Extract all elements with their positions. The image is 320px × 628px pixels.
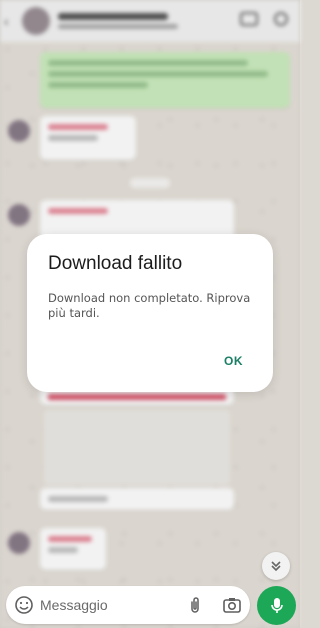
camera-icon[interactable] xyxy=(222,596,242,614)
message-input[interactable] xyxy=(40,594,180,616)
ok-button[interactable]: OK xyxy=(218,350,249,372)
paperclip-icon[interactable] xyxy=(188,596,202,614)
mic-button[interactable] xyxy=(257,586,296,625)
dialog-title: Download fallito xyxy=(48,253,183,274)
download-failed-dialog: Download fallito Download non completato… xyxy=(27,234,273,392)
mic-icon xyxy=(270,597,283,613)
emoji-icon[interactable] xyxy=(14,595,34,615)
chevron-double-down-icon xyxy=(271,561,281,572)
dialog-message: Download non completato. Riprova più tar… xyxy=(48,291,251,320)
message-composer xyxy=(6,586,250,624)
scroll-to-bottom-button[interactable] xyxy=(262,552,290,580)
